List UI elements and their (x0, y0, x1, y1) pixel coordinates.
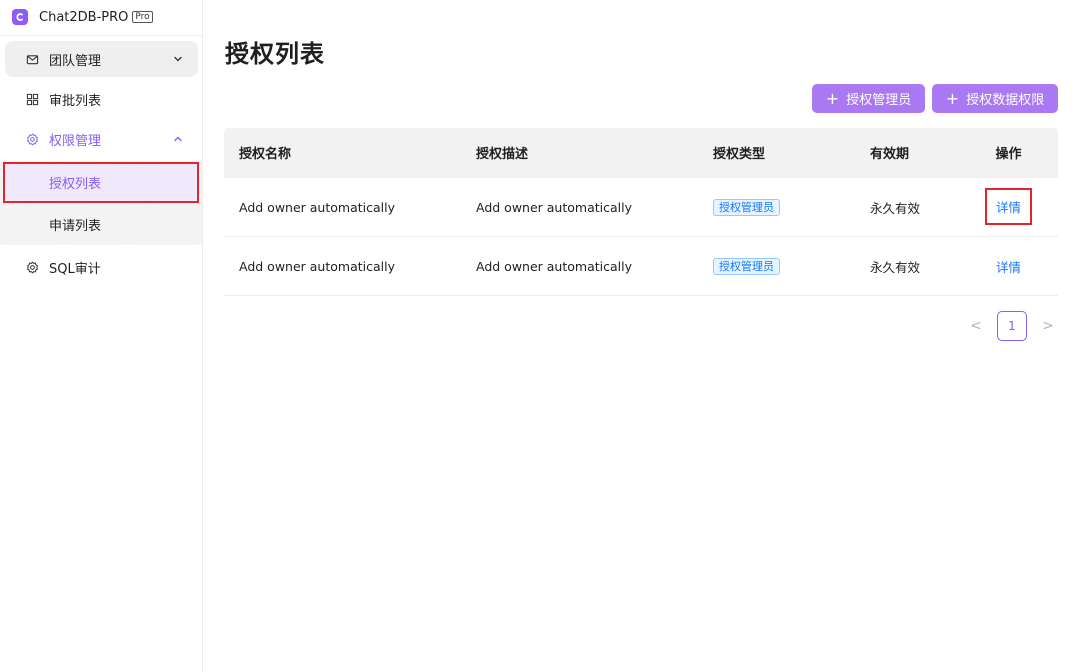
type-tag: 授权管理员 (713, 257, 780, 275)
column-header: 有效期 (870, 147, 910, 162)
add-data-permission-button[interactable]: + 授权数据权限 (932, 84, 1058, 113)
sidebar-item-label: 团队管理 (49, 53, 102, 69)
column-header: 授权描述 (476, 147, 529, 162)
gear-icon (25, 132, 39, 146)
pagination-page[interactable]: 1 (997, 311, 1027, 341)
cell-description: Add owner automatically (476, 258, 632, 274)
details-link[interactable]: 详情 (996, 257, 1021, 276)
sidebar-item-approval-list[interactable]: 审批列表 (5, 81, 198, 117)
pagination-prev[interactable]: < (961, 311, 991, 341)
pagination-next[interactable]: > (1033, 311, 1063, 341)
plus-icon: + (825, 88, 840, 108)
table-row: Add owner automatically Add owner automa… (224, 237, 1058, 296)
pro-badge: Pro (132, 11, 153, 23)
type-tag: 授权管理员 (713, 198, 780, 216)
cell-type: 授权管理员 (698, 198, 855, 216)
cell-action: 详情 (959, 257, 1058, 276)
authorization-table: 授权名称 授权描述 授权类型 有效期 操作 Add owner automati… (224, 128, 1058, 296)
sidebar-item-permission-management[interactable]: 权限管理 (5, 121, 198, 157)
cell-action: 详情 (959, 188, 1058, 225)
grid-icon (25, 92, 39, 106)
cell-name: Add owner automatically (239, 199, 395, 215)
brand-divider (0, 35, 202, 36)
sidebar-item-label: SQL审计 (49, 261, 101, 277)
brand[interactable]: Chat2DB-PRO Pro (12, 7, 153, 27)
sidebar-item-team-management[interactable]: 团队管理 (5, 41, 198, 77)
table-header: 授权名称 授权描述 授权类型 有效期 操作 (224, 128, 1058, 178)
add-admin-button[interactable]: + 授权管理员 (812, 84, 925, 113)
plus-icon: + (945, 88, 960, 108)
sidebar-item-label: 审批列表 (49, 93, 102, 109)
cell-name: Add owner automatically (239, 258, 395, 274)
table-row: Add owner automatically Add owner automa… (224, 178, 1058, 237)
cell-description: Add owner automatically (476, 199, 632, 215)
sidebar-item-application-list[interactable]: 申请列表 (3, 205, 199, 243)
sidebar-item-sql-audit[interactable]: SQL审计 (5, 249, 198, 285)
pagination: < 1 > (961, 311, 1063, 341)
sidebar-item-label: 申请列表 (49, 218, 102, 234)
sidebar-item-authorization-list[interactable]: 授权列表 (3, 162, 199, 203)
brand-name: Chat2DB-PRO (39, 9, 129, 25)
sidebar-item-label: 授权列表 (49, 177, 102, 192)
main-content: 授权列表 + 授权管理员 + 授权数据权限 授权名称 授权描述 授权类型 有效期… (203, 0, 1080, 672)
chevron-down-icon (172, 53, 184, 65)
chevron-up-icon (172, 133, 184, 145)
column-header: 授权名称 (239, 147, 292, 162)
button-label: 授权数据权限 (966, 93, 1045, 108)
button-label: 授权管理员 (846, 93, 912, 108)
details-link[interactable]: 详情 (984, 188, 1032, 225)
chat2db-logo-icon (12, 9, 28, 25)
sidebar: Chat2DB-PRO Pro 团队管理 审批列表 权限管理 授权列表 申请列表 (0, 0, 203, 672)
column-header: 授权类型 (713, 147, 766, 162)
mail-icon (25, 52, 39, 66)
cell-validity: 永久有效 (870, 200, 921, 216)
cell-type: 授权管理员 (698, 257, 855, 275)
page-title: 授权列表 (225, 40, 325, 68)
sidebar-item-label: 权限管理 (49, 133, 102, 149)
column-header: 操作 (995, 147, 1022, 162)
cell-validity: 永久有效 (870, 259, 921, 275)
gear-icon (25, 260, 39, 274)
